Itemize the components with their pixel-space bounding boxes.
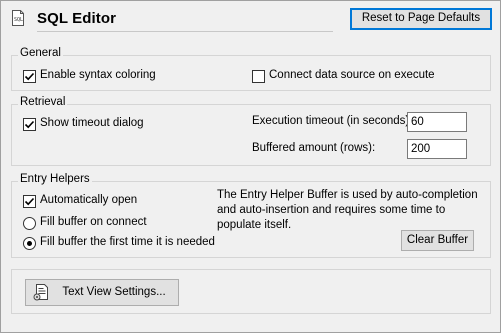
text-view-settings-label: Text View Settings... [62, 286, 166, 298]
buffered-amount-input[interactable]: 200 [407, 139, 467, 159]
sql-file-icon: SQL [10, 10, 26, 26]
header: SQL SQL Editor [7, 7, 333, 33]
sql-editor-options-page: SQL SQL Editor Reset to Page Defaults Ge… [0, 0, 501, 333]
execution-timeout-input[interactable]: 60 [407, 112, 467, 132]
page-title: SQL Editor [37, 10, 117, 27]
connect-on-execute-checkbox[interactable] [252, 70, 265, 83]
connect-on-execute-label[interactable]: Connect data source on execute [269, 69, 435, 81]
buffered-amount-label: Buffered amount (rows): [252, 142, 376, 154]
execution-timeout-label: Execution timeout (in seconds): [252, 115, 413, 127]
checkmark-icon [24, 197, 35, 206]
radio-selected-dot [27, 241, 32, 246]
title-divider [37, 31, 333, 32]
entry-helper-buffer-note: The Entry Helper Buffer is used by auto-… [217, 189, 478, 231]
enable-syntax-coloring-label[interactable]: Enable syntax coloring [40, 69, 156, 81]
fill-buffer-first-time-radio[interactable] [23, 237, 36, 250]
general-group-label: General [18, 47, 63, 59]
show-timeout-dialog-label[interactable]: Show timeout dialog [40, 117, 144, 129]
retrieval-group-label: Retrieval [18, 96, 68, 108]
reset-to-defaults-button[interactable]: Reset to Page Defaults [350, 8, 492, 30]
automatically-open-checkbox[interactable] [23, 195, 36, 208]
fill-buffer-first-time-label[interactable]: Fill buffer the first time it is needed [40, 236, 215, 248]
enable-syntax-coloring-checkbox[interactable] [23, 70, 36, 83]
show-timeout-dialog-checkbox[interactable] [23, 118, 36, 131]
fill-buffer-on-connect-label[interactable]: Fill buffer on connect [40, 216, 147, 228]
text-view-settings-button[interactable]: Text View Settings... [25, 279, 179, 306]
text-view-settings-icon [33, 284, 49, 301]
fill-buffer-on-connect-radio[interactable] [23, 217, 36, 230]
checkmark-icon [24, 72, 35, 81]
automatically-open-label[interactable]: Automatically open [40, 194, 137, 206]
clear-buffer-button[interactable]: Clear Buffer [401, 230, 474, 251]
entry-helpers-group-label: Entry Helpers [18, 173, 92, 185]
checkmark-icon [24, 120, 35, 129]
svg-text:SQL: SQL [14, 17, 23, 23]
